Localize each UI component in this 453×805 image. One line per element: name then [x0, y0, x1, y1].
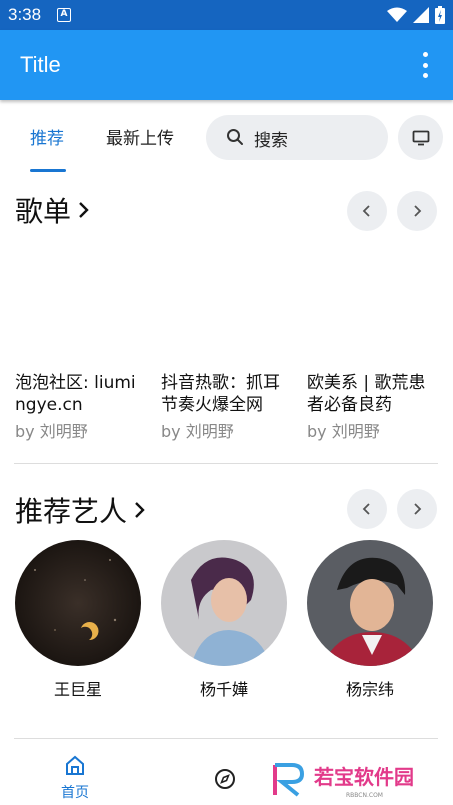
wifi-icon — [387, 7, 407, 22]
status-bar: 3:38 A — [0, 0, 453, 30]
artist-name: 杨千嬅 — [199, 680, 248, 699]
nav-discover[interactable] — [214, 768, 236, 794]
tv-cast-button[interactable] — [398, 115, 443, 160]
tv-icon — [412, 130, 429, 145]
search-placeholder: 搜索 — [254, 131, 288, 151]
playlist-author: by 刘明野 — [161, 422, 234, 441]
playlists-title-text: 歌单 — [15, 195, 72, 228]
chevron-right-icon — [135, 502, 145, 518]
playlist-card[interactable]: 泡泡社区: liumingye.cn by 刘明野 — [15, 372, 143, 442]
artist-avatar — [307, 540, 433, 666]
playlist-name: 欧美系 | 歌荒患者必备良药 — [307, 373, 426, 415]
artist-avatar — [15, 540, 141, 666]
artist-card[interactable]: 杨宗纬 — [307, 540, 433, 700]
artist-avatar — [161, 540, 287, 666]
home-icon — [66, 755, 84, 775]
artist-name: 杨宗纬 — [345, 680, 394, 699]
chevron-left-icon — [362, 205, 370, 217]
chevron-left-icon — [362, 503, 370, 515]
tab-recommend[interactable]: 推荐 — [30, 124, 64, 149]
artists-prev-button[interactable] — [347, 489, 387, 529]
playlist-name: 抖音热歌：抓耳节奏火爆全网 — [161, 373, 280, 415]
playlists-prev-button[interactable] — [347, 191, 387, 231]
playlist-author: by 刘明野 — [15, 422, 88, 441]
app-title: Title — [20, 52, 61, 77]
watermark-brand: 若宝软件园 — [313, 765, 414, 789]
nav-home-label: 首页 — [61, 785, 89, 801]
chevron-right-icon — [414, 503, 422, 515]
tab-indicator — [30, 169, 66, 172]
playlist-name: 泡泡社区: liumingye.cn — [15, 373, 136, 415]
tab-latest-upload[interactable]: 最新上传 — [106, 124, 174, 149]
playlists-next-button[interactable] — [397, 191, 437, 231]
playlists-section-title[interactable]: 歌单 — [15, 190, 91, 230]
section-divider — [14, 463, 438, 464]
chevron-right-icon — [79, 202, 89, 218]
signal-icon — [413, 7, 429, 23]
search-icon — [227, 129, 243, 145]
compass-icon — [215, 769, 235, 789]
app-bar: Title — [0, 30, 453, 100]
watermark-url: RBBCN.COM — [346, 792, 383, 799]
artists-section-title[interactable]: 推荐艺人 — [15, 490, 147, 530]
artists-title-text: 推荐艺人 — [15, 495, 128, 528]
notification-icon: A — [57, 8, 71, 22]
watermark-logo: 若宝软件园 RBBCN.COM — [272, 762, 440, 800]
playlist-author: by 刘明野 — [307, 422, 380, 441]
artists-next-button[interactable] — [397, 489, 437, 529]
status-time: 3:38 — [8, 5, 42, 24]
search-input[interactable]: 搜索 — [206, 115, 388, 160]
artist-name: 王巨星 — [53, 680, 102, 699]
more-options-icon[interactable] — [421, 52, 429, 78]
artist-card[interactable]: 王巨星 — [15, 540, 141, 700]
nav-home[interactable]: 首页 — [0, 754, 150, 805]
chevron-right-icon — [414, 205, 422, 217]
playlist-card[interactable]: 欧美系 | 歌荒患者必备良药 by 刘明野 — [307, 372, 435, 442]
playlist-card[interactable]: 抖音热歌：抓耳节奏火爆全网 by 刘明野 — [161, 372, 289, 442]
bottom-divider — [14, 738, 438, 739]
status-indicators — [387, 6, 445, 24]
artist-card[interactable]: 杨千嬅 — [161, 540, 287, 700]
battery-icon — [435, 6, 445, 24]
